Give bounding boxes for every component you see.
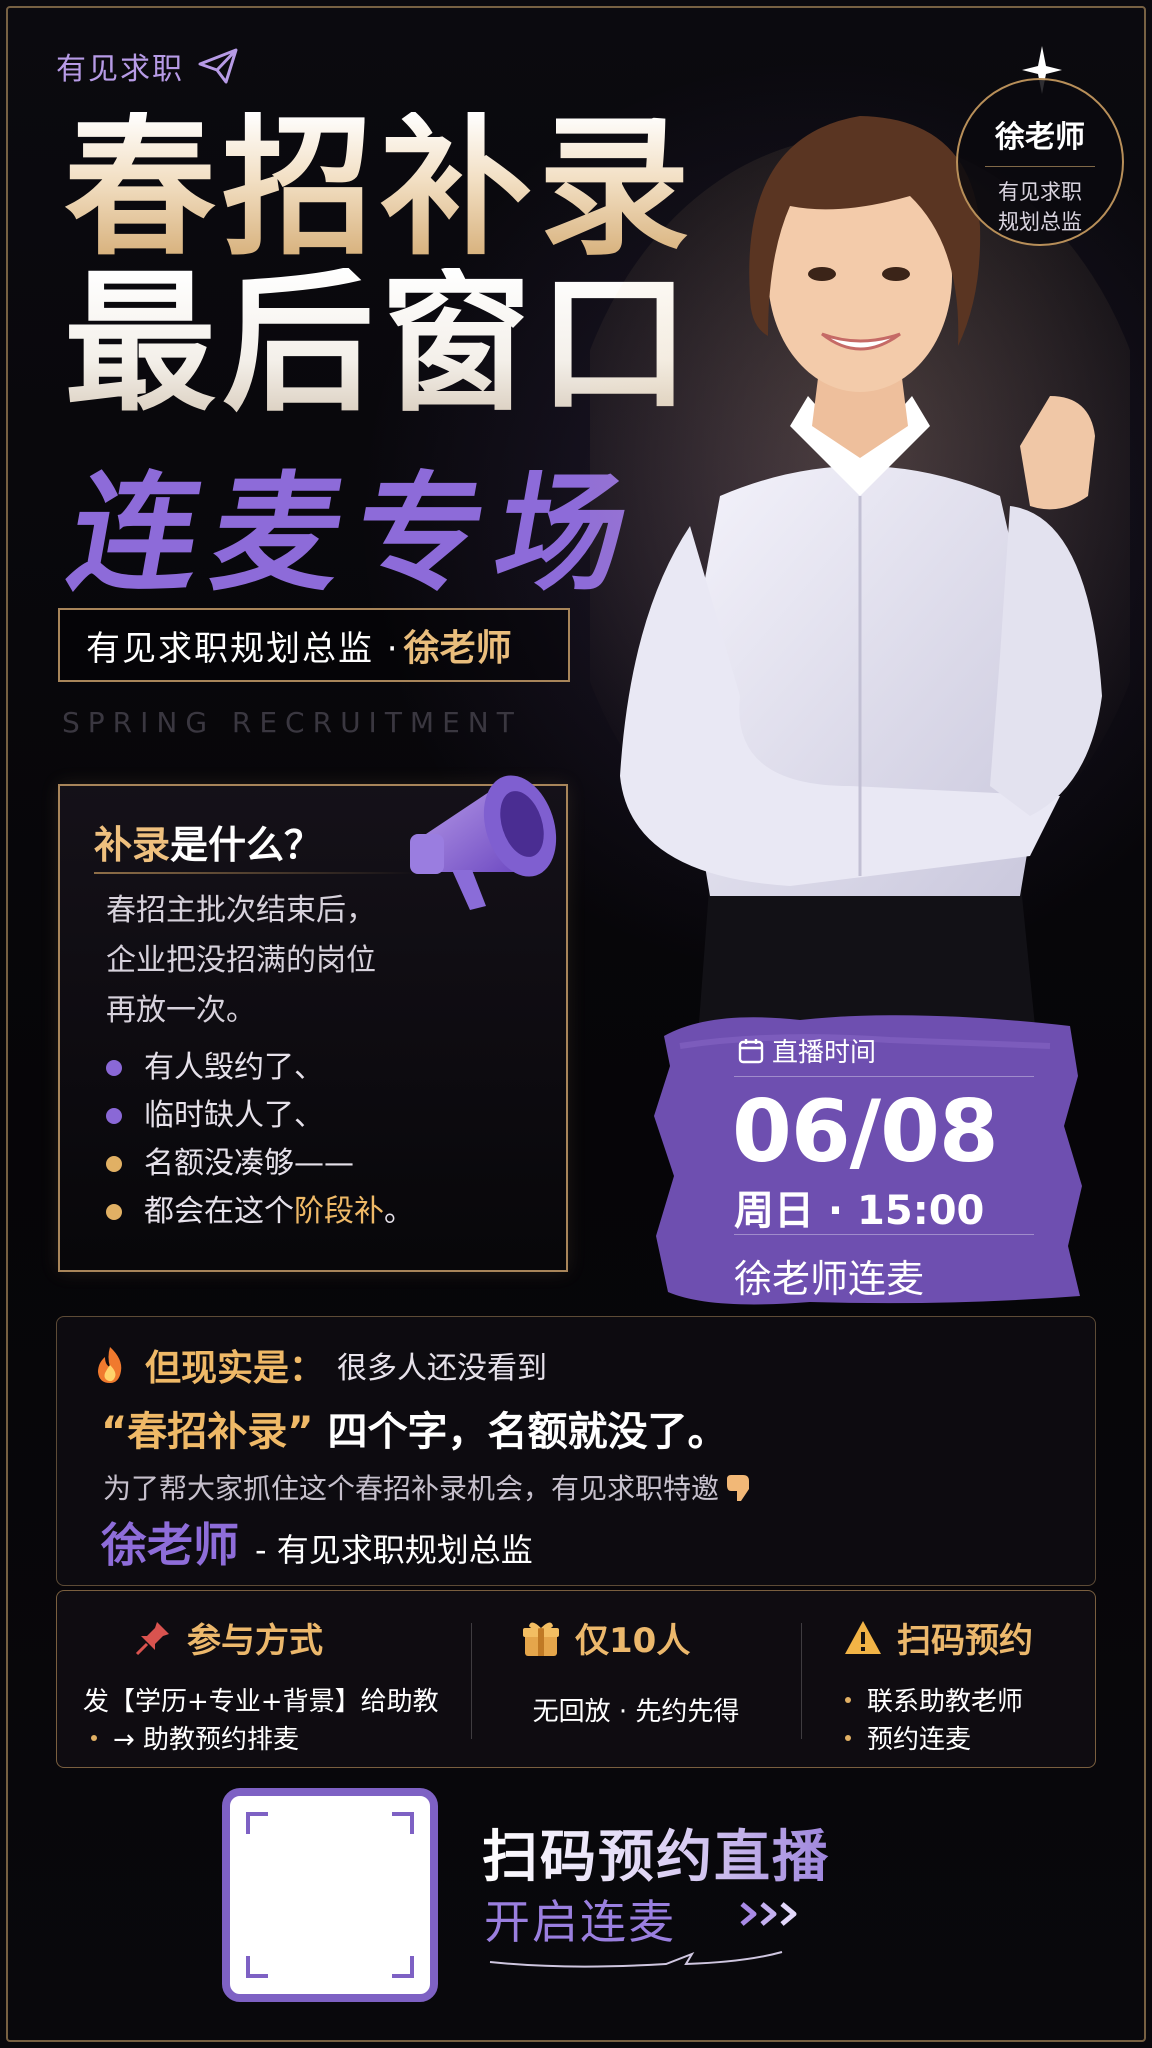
info-booking: 扫码预约 联系助教老师 预约连麦 — [801, 1591, 1097, 1769]
poster: 有见求职 春招补录 最后窗口 连麦专场 有见求职规划总监 · 徐老师 SPRIN… — [0, 0, 1152, 2048]
list-item: 预约连麦 — [845, 1719, 971, 1756]
fire-icon — [98, 1347, 122, 1383]
what-title-rest: 是什么？ — [170, 823, 323, 867]
reality-line-4: 徐老师 - 有见求职规划总监 — [101, 1509, 533, 1575]
warning-icon — [845, 1620, 881, 1654]
paper-plane-icon — [198, 48, 238, 84]
badge-name: 徐老师 — [995, 120, 1085, 155]
info-participation-line-1: 发【学历+专业+背景】给助教 — [83, 1687, 439, 1717]
badge-line-2: 规划总监 — [998, 210, 1082, 234]
info-booking-item-2: 预约连麦 — [867, 1725, 972, 1755]
info-participation-line-2: → 助教预约排麦 — [91, 1719, 299, 1756]
what-list: 有人毁约了、 临时缺人了、 名额没凑够—— 都会在这个 阶段补。 — [106, 1044, 414, 1236]
calendar-icon — [738, 1038, 764, 1063]
qr-code[interactable] — [222, 1788, 438, 2002]
gift-icon — [523, 1621, 559, 1656]
megaphone-icon — [410, 775, 557, 910]
underline-swoosh — [489, 1951, 783, 1968]
info-booking-item-1: 联系助教老师 — [867, 1687, 1024, 1717]
what-title: 补录是什么？ — [94, 814, 322, 869]
info-booking-heading: 扫码预约 — [843, 1613, 1033, 1662]
badge-line-1: 有见求职 — [998, 180, 1082, 204]
bullet-dot — [845, 1696, 851, 1703]
reality-quote: “春招补录” — [101, 1409, 314, 1455]
live-divider-2 — [734, 1234, 1034, 1235]
pushpin-icon — [135, 1621, 169, 1655]
bullet-dot — [845, 1734, 851, 1741]
list-item-text: 都会在这个 — [144, 1194, 294, 1229]
live-label-text: 直播时间 — [772, 1038, 877, 1068]
reality-line-1-text: 很多人还没看到 — [337, 1351, 548, 1386]
live-host: 徐老师连麦 — [734, 1257, 925, 1301]
cta-main: 扫码预约直播 — [482, 1812, 830, 1893]
reality-key: 但现实是： — [145, 1348, 326, 1389]
reality-name: 徐老师 — [101, 1518, 239, 1572]
subtitle-box: 有见求职规划总监 · 徐老师 — [58, 608, 570, 682]
list-item-highlight: 阶段补 — [294, 1194, 384, 1229]
info-limit: 仅10人 无回放 · 先约先得 — [471, 1591, 801, 1769]
qr-corner — [392, 1812, 414, 1834]
reality-line-1: 但现实是： 很多人还没看到 — [93, 1339, 547, 1391]
badge-divider — [985, 166, 1095, 167]
list-item: 有人毁约了、 — [106, 1044, 414, 1092]
reality-title: - 有见求职规划总监 — [255, 1531, 533, 1569]
live-label: 直播时间 — [738, 1032, 876, 1069]
qr-corner — [246, 1812, 268, 1834]
live-time: 周日 · 15:00 — [734, 1188, 985, 1234]
reality-panel: 但现实是： 很多人还没看到 “春招补录” 四个字，名额就没了。 为了帮大家抓住这… — [56, 1316, 1096, 1586]
list-item-text: 临时缺人了、 — [144, 1098, 324, 1133]
live-time-card: 直播时间 06/08 周日 · 15:00 徐老师连麦 — [650, 1006, 1086, 1310]
live-date: 06/08 — [732, 1082, 999, 1182]
list-item: 临时缺人了、 — [106, 1092, 414, 1140]
what-desc-line-1: 春招主批次结束后， — [106, 893, 376, 928]
brand-name: 有见求职 — [56, 52, 184, 87]
list-item-text: 名额没凑够—— — [144, 1146, 354, 1181]
bullet-dot — [106, 1204, 122, 1220]
what-divider — [94, 872, 414, 874]
what-description: 春招主批次结束后， 企业把没招满的岗位 再放一次。 — [106, 886, 376, 1036]
live-divider — [734, 1076, 1034, 1077]
info-booking-title: 扫码预约 — [897, 1621, 1033, 1661]
reality-line-3: 为了帮大家抓住这个春招补录机会，有见求职特邀 — [103, 1467, 753, 1507]
what-title-highlight: 补录 — [94, 823, 171, 867]
subtitle-name: 徐老师 — [403, 628, 512, 669]
list-item: 联系助教老师 — [845, 1681, 1023, 1718]
info-bar: 参与方式 发【学历+专业+背景】给助教 → 助教预约排麦 仅10人 无回放 · … — [56, 1590, 1096, 1768]
subtitle-prefix: 有见求职规划总监 · — [86, 628, 400, 669]
list-item-text: 有人毁约了、 — [144, 1050, 324, 1085]
brand: 有见求职 — [56, 44, 238, 88]
info-participation-title: 参与方式 — [187, 1621, 323, 1661]
headline-line-3: 连麦专场 — [58, 459, 654, 609]
english-tag: SPRING RECRUITMENT — [62, 706, 522, 739]
what-desc-line-2: 企业把没招满的岗位 — [106, 943, 376, 978]
pointing-down-hand-icon — [727, 1475, 750, 1501]
what-desc-line-3: 再放一次。 — [106, 993, 256, 1028]
reality-line-3-text: 为了帮大家抓住这个春招补录机会，有见求职特邀 — [103, 1472, 720, 1505]
info-participation: 参与方式 发【学历+专业+背景】给助教 → 助教预约排麦 — [57, 1591, 471, 1769]
qr-corner — [392, 1956, 414, 1978]
info-participation-line-2-text: → 助教预约排麦 — [113, 1725, 300, 1755]
reality-line-2: “春招补录” 四个字，名额就没了。 — [101, 1399, 728, 1457]
bullet-dot — [106, 1156, 122, 1172]
bullet-dot — [106, 1108, 122, 1124]
triple-chevron-right-icon — [740, 1902, 797, 1926]
list-item: 都会在这个 阶段补。 — [106, 1188, 414, 1236]
info-limit-line-1: 无回放 · 先约先得 — [532, 1697, 740, 1727]
list-item: 名额没凑够—— — [106, 1140, 414, 1188]
qr-corner — [246, 1956, 268, 1978]
info-limit-title: 仅10人 — [575, 1621, 691, 1661]
info-participation-heading: 参与方式 — [133, 1613, 323, 1662]
list-item-tail: 。 — [384, 1194, 414, 1229]
presenter-badge: 徐老师 有见求职 规划总监 — [956, 78, 1124, 246]
bullet-dot — [91, 1734, 97, 1741]
bullet-dot — [106, 1060, 122, 1076]
reality-line-2-text: 四个字，名额就没了。 — [327, 1409, 728, 1455]
info-limit-heading: 仅10人 — [521, 1613, 690, 1662]
